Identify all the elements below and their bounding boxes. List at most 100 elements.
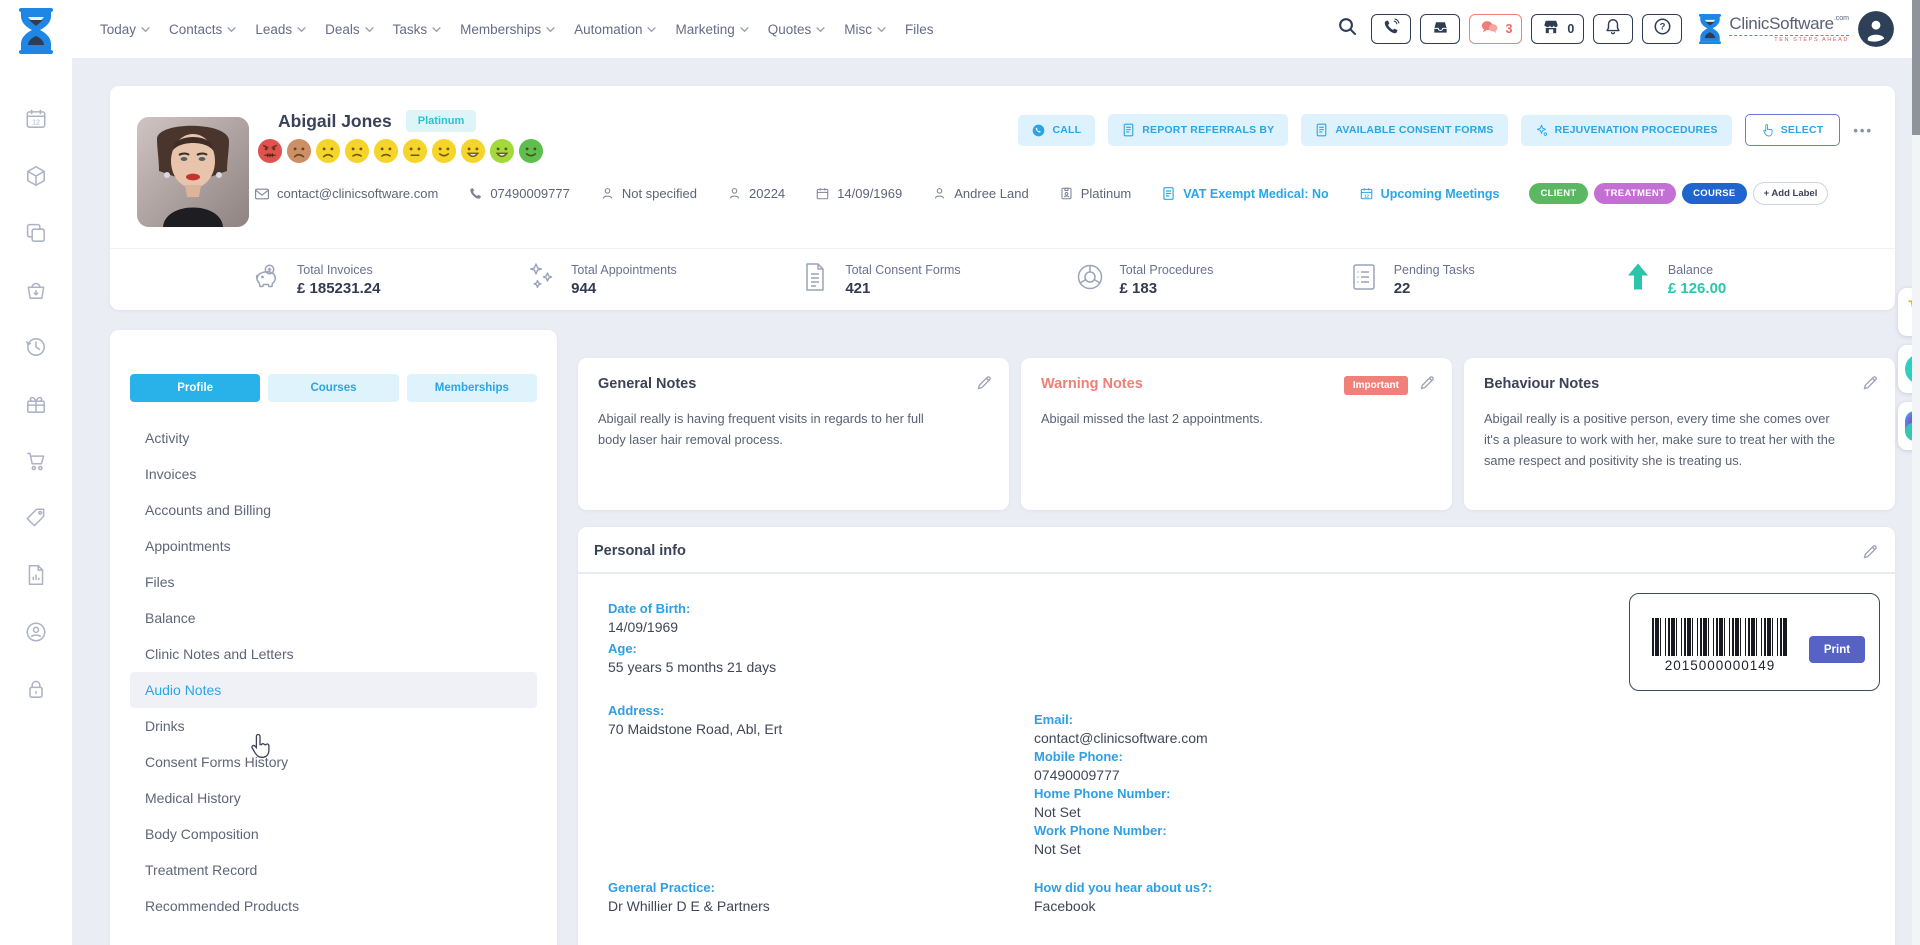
nav-item-misc[interactable]: Misc [844, 22, 886, 37]
help-button[interactable]: ? [1642, 14, 1682, 44]
nav-item-quotes[interactable]: Quotes [768, 22, 826, 37]
print-barcode-button[interactable]: Print [1809, 636, 1865, 663]
sidebar-item-clinic-notes-and-letters[interactable]: Clinic Notes and Letters [130, 636, 537, 672]
nav-item-today[interactable]: Today [100, 22, 150, 37]
page-scrollbar[interactable] [1912, 0, 1920, 945]
cart-icon[interactable] [24, 449, 48, 473]
mood-face-icon-2[interactable] [286, 138, 312, 169]
sidebar-item-consent-forms-history[interactable]: Consent Forms History [130, 744, 537, 780]
vat-exempt-link[interactable]: VAT Exempt Medical: No [1161, 186, 1328, 201]
mood-face-icon-6[interactable] [402, 138, 428, 169]
client-id[interactable]: 20224 [727, 186, 785, 201]
sidebar-item-recommended-products[interactable]: Recommended Products [130, 888, 537, 924]
svg-text:12: 12 [32, 118, 40, 126]
messages-button[interactable]: 3 [1469, 14, 1522, 44]
report-icon[interactable] [24, 563, 48, 587]
dialer-button[interactable] [1371, 14, 1411, 44]
nav-item-deals[interactable]: Deals [325, 22, 374, 37]
account-sync-icon[interactable] [24, 620, 48, 644]
client-photo[interactable] [137, 117, 249, 227]
notifications-button[interactable] [1593, 14, 1633, 44]
inbox-button[interactable] [1420, 14, 1460, 44]
clinicsoftware-wordmark[interactable]: ClinicSoftware.com TEN STEPS AHEAD [1697, 13, 1849, 45]
gift-icon[interactable] [24, 392, 48, 416]
important-badge: Important [1344, 376, 1408, 395]
client-level[interactable]: Platinum [1059, 186, 1132, 201]
client-email[interactable]: contact@clinicsoftware.com [254, 186, 438, 202]
rejuvenation-button[interactable]: REJUVENATION PROCEDURES [1521, 115, 1732, 146]
scrollbar-thumb[interactable] [1912, 0, 1920, 135]
sidebar-item-audio-notes[interactable]: Audio Notes [130, 672, 537, 708]
store-button[interactable]: 0 [1531, 14, 1584, 44]
label-pill-treatment[interactable]: TREATMENT [1594, 183, 1677, 204]
label-pill-client[interactable]: CLIENT [1529, 183, 1587, 204]
mood-face-icon-8[interactable] [460, 138, 486, 169]
client-owner[interactable]: Andree Land [932, 186, 1028, 201]
field-value: contact@clinicsoftware.com [1034, 730, 1434, 746]
sidebar-item-files[interactable]: Files [130, 564, 537, 600]
mood-face-icon-7[interactable] [431, 138, 457, 169]
sidebar-item-activity[interactable]: Activity [130, 420, 537, 456]
edit-pencil-icon[interactable] [1861, 374, 1879, 397]
sidebar-item-drinks[interactable]: Drinks [130, 708, 537, 744]
nav-item-leads[interactable]: Leads [255, 22, 306, 37]
select-button[interactable]: SELECT [1745, 114, 1841, 146]
consent-forms-button[interactable]: AVAILABLE CONSENT FORMS [1301, 114, 1507, 146]
edit-pencil-icon[interactable] [975, 374, 993, 397]
field-date-of-birth: Date of Birth:14/09/1969 [608, 601, 1008, 635]
nav-item-automation[interactable]: Automation [574, 22, 656, 37]
mood-face-icon-10[interactable] [518, 138, 544, 169]
sidebar-item-treatment-record[interactable]: Treatment Record [130, 852, 537, 888]
tab-profile[interactable]: Profile [130, 374, 260, 402]
copy-icon[interactable] [24, 221, 48, 245]
mood-face-icon-5[interactable] [373, 138, 399, 169]
nav-item-contacts[interactable]: Contacts [169, 22, 236, 37]
report-referrals-button[interactable]: REPORT REFERRALS BY [1108, 114, 1288, 146]
main-nav: Today Contacts Leads Deals Tasks Memberships A… [72, 22, 934, 37]
call-button[interactable]: CALL [1018, 115, 1095, 146]
mood-face-icon-9[interactable] [489, 138, 515, 169]
person-icon [932, 186, 947, 201]
report-doc-icon [1122, 123, 1135, 137]
mood-face-icon-4[interactable] [344, 138, 370, 169]
client-name: Abigail Jones [278, 111, 392, 132]
clinicsoftware-logo-icon[interactable] [16, 8, 56, 59]
client-phone[interactable]: 07490009777 [468, 186, 570, 201]
warning-notes-card: Warning Notes Important Abigail missed t… [1021, 358, 1452, 510]
edit-pencil-icon[interactable] [1418, 374, 1436, 397]
client-preference[interactable]: Not specified [600, 186, 697, 201]
brand-tld: .com [1834, 15, 1849, 22]
nav-item-marketing[interactable]: Marketing [675, 22, 748, 37]
add-label-button[interactable]: + Add Label [1753, 182, 1829, 205]
lock-icon[interactable] [24, 677, 48, 701]
price-tag-icon[interactable] [24, 506, 48, 530]
basket-in-icon[interactable] [24, 278, 48, 302]
nav-item-tasks[interactable]: Tasks [393, 22, 442, 37]
tab-courses[interactable]: Courses [268, 374, 398, 402]
mood-face-icon-1[interactable] [257, 138, 283, 169]
cube-icon[interactable] [24, 164, 48, 188]
nav-item-memberships[interactable]: Memberships [460, 22, 555, 37]
history-icon[interactable] [24, 335, 48, 359]
tab-memberships[interactable]: Memberships [407, 374, 537, 402]
calendar-icon[interactable]: 12 [24, 107, 48, 131]
search-icon[interactable] [1337, 16, 1358, 42]
more-actions-button[interactable]: ••• [1853, 123, 1873, 138]
label-pill-course[interactable]: COURSE [1682, 183, 1746, 204]
user-avatar[interactable] [1858, 11, 1894, 47]
sidebar-item-balance[interactable]: Balance [130, 600, 537, 636]
client-dob[interactable]: 14/09/1969 [815, 186, 902, 201]
sidebar-item-medical-history[interactable]: Medical History [130, 780, 537, 816]
brand-name: ClinicSoftware [1729, 14, 1833, 33]
sidebar-item-invoices[interactable]: Invoices [130, 456, 537, 492]
stat-total-procedures: Total Procedures£ 183 [1073, 260, 1347, 299]
sidebar-item-body-composition[interactable]: Body Composition [130, 816, 537, 852]
sidebar-item-accounts-and-billing[interactable]: Accounts and Billing [130, 492, 537, 528]
nav-item-files[interactable]: Files [905, 22, 934, 37]
mood-scale [257, 138, 544, 169]
field-label: General Practice: [608, 880, 1008, 895]
sidebar-item-appointments[interactable]: Appointments [130, 528, 537, 564]
mood-face-icon-3[interactable] [315, 138, 341, 169]
edit-pencil-icon[interactable] [1861, 543, 1879, 566]
upcoming-meetings-link[interactable]: 12Upcoming Meetings [1359, 186, 1500, 201]
